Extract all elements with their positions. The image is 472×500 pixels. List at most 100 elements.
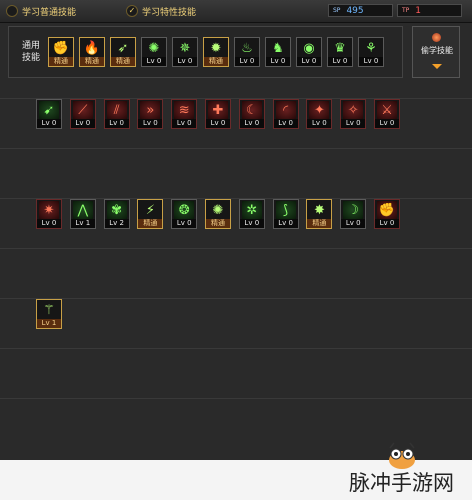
skill-slot[interactable]: ✷ Lv 0: [36, 199, 62, 229]
fist-red-icon: ✊: [377, 201, 397, 219]
figure-icon: ♞: [272, 40, 284, 56]
skill-level-label: Lv 0: [173, 57, 197, 66]
stance-icon: ⚚: [43, 302, 55, 318]
skill-level-label: Lv 0: [375, 219, 399, 228]
skill-level-label: Lv 0: [341, 219, 366, 228]
skill-level-label: 精通: [138, 219, 163, 228]
skill-slot[interactable]: ♛ Lv 0: [327, 37, 353, 67]
skill-level-label: Lv 1: [37, 319, 61, 328]
skill-slot[interactable]: ≋ Lv 0: [171, 99, 198, 129]
skill-slot[interactable]: ✺ 精通: [205, 199, 231, 229]
row-divider: [0, 148, 472, 149]
skill-level-label: Lv 0: [104, 119, 129, 128]
skill-level-label: Lv 0: [266, 57, 290, 66]
skill-level-label: 精通: [80, 57, 104, 66]
eye-icon: ◉: [303, 40, 315, 56]
skill-slot[interactable]: ⫽ Lv 0: [103, 99, 130, 129]
skill-slot[interactable]: ✹ 精通: [203, 37, 229, 67]
skill-level-label: Lv 1: [70, 219, 95, 228]
tab-label: 学习普通技能: [22, 7, 77, 18]
skill-slot[interactable]: 🔥 精通: [79, 37, 105, 67]
skill-slot[interactable]: ♨ Lv 0: [234, 37, 260, 67]
skill-slot[interactable]: ✸ 精通: [306, 199, 333, 229]
skill-slot[interactable]: ⚚ Lv 1: [36, 299, 62, 329]
tp-value: 1: [415, 5, 422, 16]
skill-slot[interactable]: ✵ Lv 0: [172, 37, 198, 67]
skill-slot[interactable]: ♞ Lv 0: [265, 37, 291, 67]
skill-slot[interactable]: ✾ Lv 2: [103, 199, 130, 229]
skill-slot[interactable]: ◜ Lv 0: [272, 99, 299, 129]
skill-slot[interactable]: ✊ 精通: [48, 37, 74, 67]
skill-level-label: Lv 0: [142, 57, 166, 66]
dash-red-icon: »: [140, 101, 161, 119]
warrior-icon: ✊: [52, 40, 70, 56]
nova-icon: ✸: [313, 202, 325, 218]
skill-level-label: Lv 0: [328, 57, 352, 66]
skill-slot[interactable]: ➹ Lv 0: [36, 99, 62, 129]
skill-level-label: Lv 0: [239, 219, 264, 228]
skill-slot[interactable]: ⚔ Lv 0: [374, 99, 400, 129]
skill-slot[interactable]: ✚ Lv 0: [205, 99, 231, 129]
crescent-red-icon: ☾: [241, 101, 262, 119]
sp-counter: SP 495: [328, 4, 393, 17]
skill-level-label: 精通: [204, 57, 228, 66]
skill-level-label: Lv 0: [172, 119, 197, 128]
spark-red-icon: ✷: [39, 201, 59, 219]
tab-learn-normal-skills[interactable]: 学习普通技能: [6, 3, 76, 19]
kick-red-icon: ✦: [309, 101, 330, 119]
skill-level-label: 精通: [111, 57, 135, 66]
burst-icon: ✺: [212, 202, 224, 218]
swirl-icon: ❂: [174, 201, 195, 219]
skill-slot[interactable]: ✲ Lv 0: [238, 199, 265, 229]
radio-unchecked-icon[interactable]: [6, 5, 18, 17]
skill-slot[interactable]: ⚡ 精通: [137, 199, 164, 229]
skill-level-label: Lv 0: [273, 119, 298, 128]
skill-level-label: Lv 0: [70, 119, 95, 128]
skill-level-label: Lv 0: [307, 119, 332, 128]
blade-icon: ⟆: [275, 201, 296, 219]
skill-slot[interactable]: ⋀ Lv 1: [69, 199, 96, 229]
skill-slot[interactable]: ✦ Lv 0: [306, 99, 333, 129]
skill-slot[interactable]: ✺ Lv 0: [141, 37, 167, 67]
row-divider: [0, 398, 472, 399]
mascot-logo-icon: [389, 442, 415, 469]
skill-slot[interactable]: ⟋ Lv 0: [69, 99, 96, 129]
skill-level-label: Lv 0: [273, 219, 298, 228]
skill-slot[interactable]: ✊ Lv 0: [374, 199, 400, 229]
sprint-icon: ➹: [39, 101, 59, 119]
skill-level-label: Lv 0: [206, 119, 230, 128]
skill-level-label: Lv 0: [359, 57, 383, 66]
flame-warrior-icon: 🔥: [83, 40, 101, 56]
skill-level-label: 精通: [49, 57, 73, 66]
wings-icon: ✺: [148, 40, 160, 56]
claw-red-icon: ⫽: [106, 101, 127, 119]
skill-slot[interactable]: ◉ Lv 0: [296, 37, 322, 67]
compass-icon: ✵: [179, 40, 191, 56]
row-divider: [0, 298, 472, 299]
steal-skill-button[interactable]: 偷学技能: [412, 26, 460, 78]
tab-label: 学习特性技能: [142, 7, 197, 18]
cross-shield-icon: ✚: [208, 101, 228, 119]
row-divider: [0, 348, 472, 349]
skill-level-label: Lv 0: [37, 219, 61, 228]
rune-icon: ♨: [241, 40, 253, 56]
skill-slot[interactable]: ☾ Lv 0: [238, 99, 265, 129]
slash-red-icon: ⟋: [72, 101, 93, 119]
skill-slot[interactable]: ⚘ Lv 0: [358, 37, 384, 67]
skill-slot[interactable]: » Lv 0: [137, 99, 164, 129]
dropdown-arrow-icon: [432, 64, 442, 69]
wave-red-icon: ≋: [174, 101, 195, 119]
skill-level-label: Lv 0: [235, 57, 259, 66]
skill-slot[interactable]: ➶ 精通: [110, 37, 136, 67]
skill-slot[interactable]: ❂ Lv 0: [171, 199, 198, 229]
row-divider: [0, 248, 472, 249]
skill-slot[interactable]: ⟆ Lv 0: [272, 199, 299, 229]
spin-red-icon: ✧: [343, 101, 364, 119]
green-flash-icon: ⚡: [145, 202, 155, 218]
skill-slot[interactable]: ☽ Lv 0: [340, 199, 367, 229]
checkmark-icon[interactable]: ✓: [126, 5, 138, 17]
spiral-icon: ✾: [106, 201, 127, 219]
tab-learn-special-skills[interactable]: ✓ 学习特性技能: [126, 3, 196, 19]
skill-level-label: Lv 0: [341, 119, 366, 128]
skill-slot[interactable]: ✧ Lv 0: [340, 99, 367, 129]
